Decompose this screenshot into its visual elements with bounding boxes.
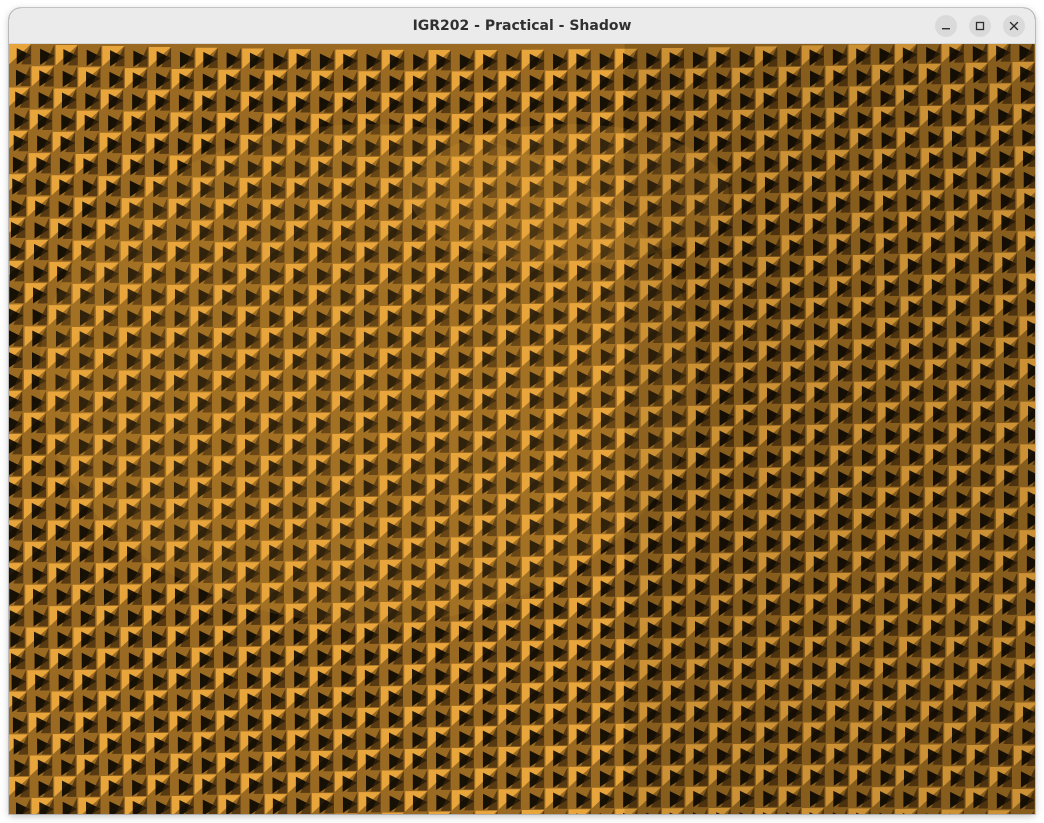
maximize-button[interactable] bbox=[969, 15, 991, 37]
app-window: IGR202 - Practical - Shadow bbox=[9, 8, 1035, 814]
title-bar[interactable]: IGR202 - Practical - Shadow bbox=[9, 8, 1035, 44]
close-icon bbox=[1009, 21, 1019, 31]
render-viewport[interactable] bbox=[9, 44, 1035, 814]
window-title: IGR202 - Practical - Shadow bbox=[412, 18, 632, 34]
minimize-button[interactable] bbox=[935, 15, 957, 37]
shadow-render-canvas bbox=[9, 44, 1035, 814]
close-button[interactable] bbox=[1003, 15, 1025, 37]
maximize-icon bbox=[975, 21, 985, 31]
minimize-icon bbox=[942, 28, 950, 30]
window-controls bbox=[935, 15, 1025, 37]
